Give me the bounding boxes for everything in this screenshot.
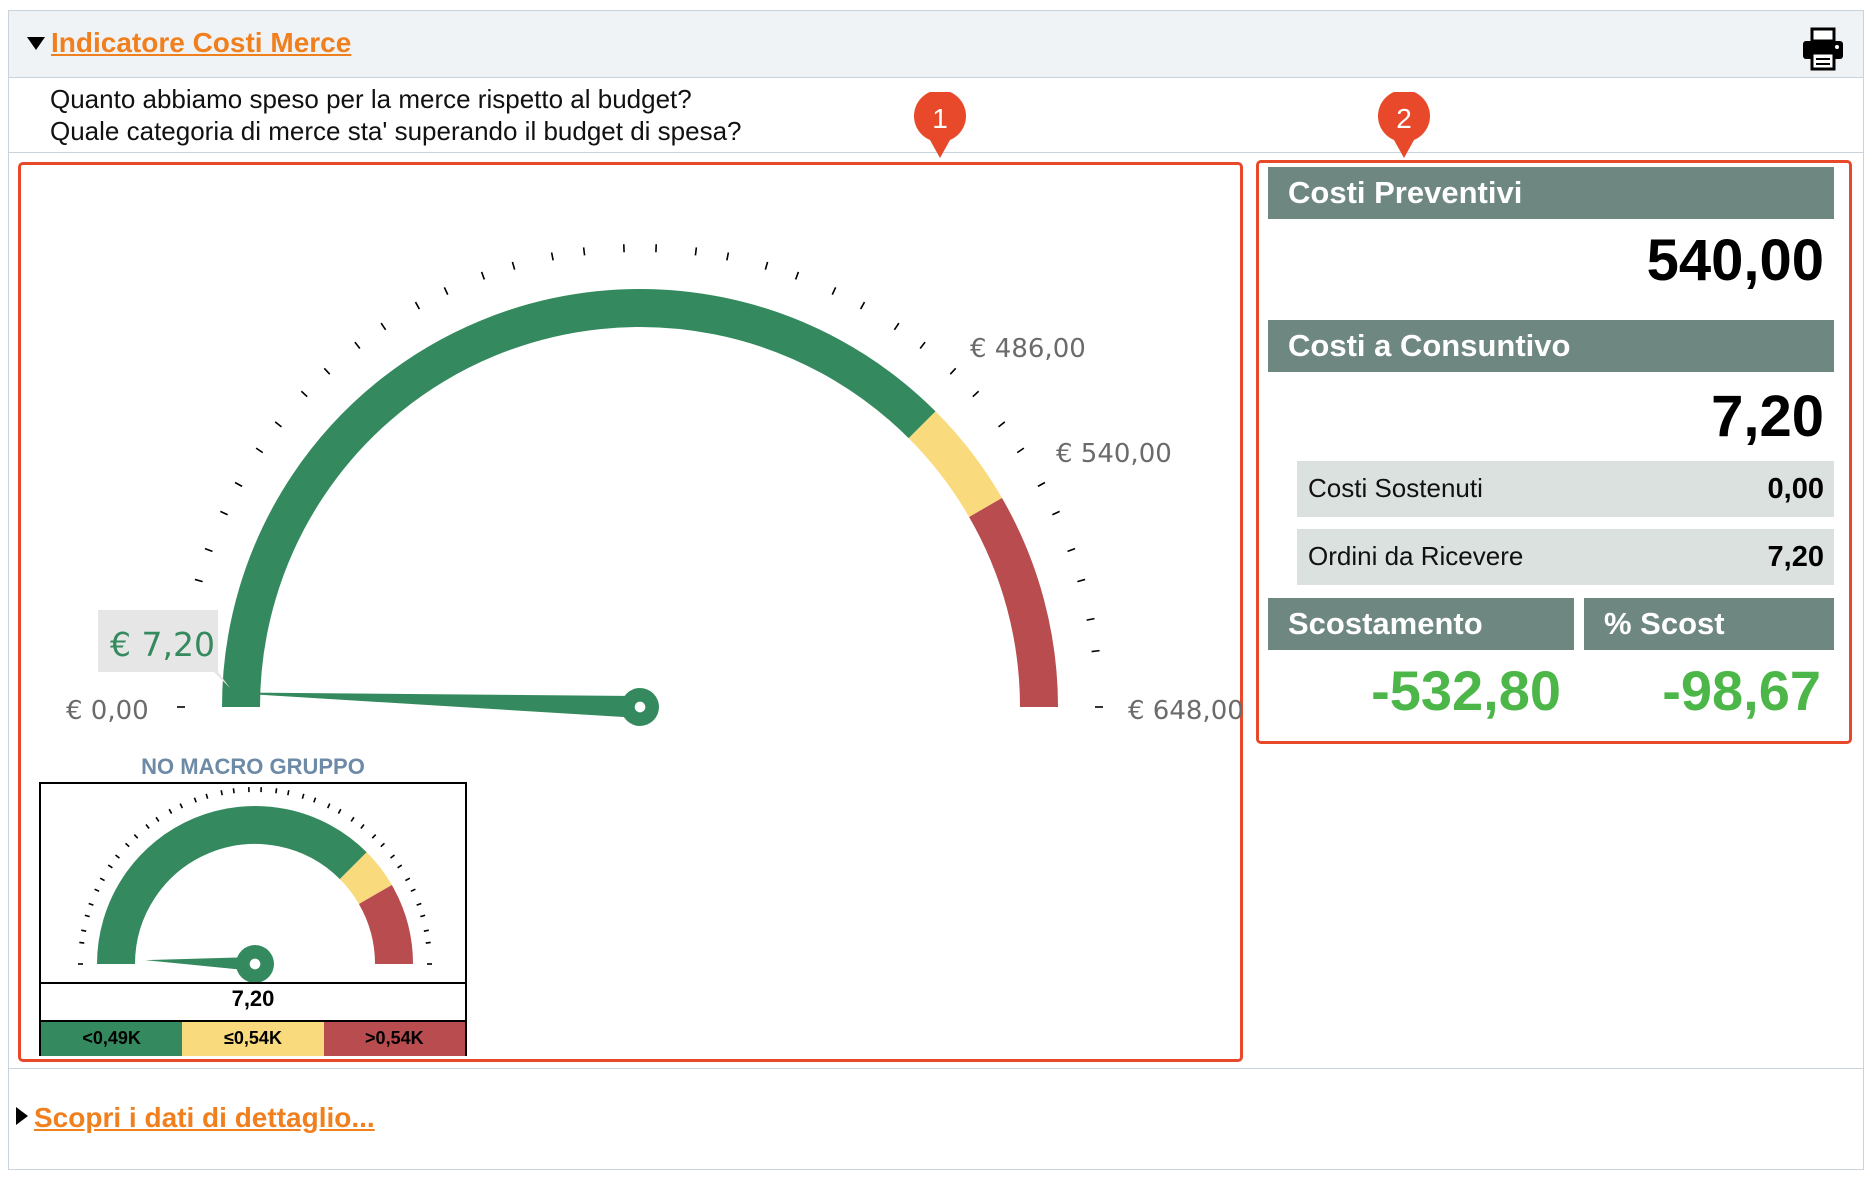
- legend-red: >0,54K: [323, 1022, 465, 1056]
- ordini-ricevere-row: Ordini da Ricevere 7,20: [1297, 529, 1834, 585]
- mini-gauge-value: 7,20: [231, 986, 275, 1011]
- costi-sostenuti-label: Costi Sostenuti: [1308, 473, 1483, 503]
- gauge-tick: [81, 929, 87, 932]
- gauge-tick: [124, 842, 130, 848]
- gauge-needle-hub-center: [249, 958, 261, 970]
- gauge-tick: [168, 808, 173, 814]
- printer-icon[interactable]: [1801, 27, 1845, 71]
- gauge-tick: [287, 790, 290, 796]
- gauge-tick: [337, 808, 342, 814]
- mini-gauge: 7,20 <0,49K ≤0,54K >0,54K: [39, 782, 467, 1056]
- marker-pin-1: 1: [914, 92, 966, 158]
- mini-gauge-title: NO MACRO GRUPPO: [141, 754, 365, 779]
- ordini-ricevere-value: 7,20: [1767, 541, 1824, 573]
- gauge-tick: [205, 793, 209, 799]
- perc-scost-value: -98,67: [1662, 659, 1821, 722]
- marker-1-label: 1: [932, 103, 948, 134]
- ordini-ricevere-label: Ordini da Ricevere: [1308, 541, 1524, 571]
- widget-title[interactable]: Indicatore Costi Merce: [51, 27, 351, 59]
- gauge-tick: [301, 793, 305, 799]
- gauge-tick: [220, 790, 223, 796]
- triangle-right-icon[interactable]: [16, 1107, 28, 1125]
- gauge-tick: [88, 902, 94, 906]
- gauge-tick: [115, 854, 120, 859]
- gauge-tick: [313, 797, 317, 803]
- gauge-tick: [326, 803, 331, 809]
- gauge-tick: [107, 864, 113, 869]
- perc-scost-header: % Scost: [1584, 598, 1834, 650]
- gauge-tick: [179, 803, 184, 809]
- gauge-tick: [371, 833, 377, 839]
- costi-sostenuti-row: Costi Sostenuti 0,00: [1297, 461, 1834, 517]
- details-link[interactable]: Scopri i dati di dettaglio...: [34, 1102, 375, 1134]
- gauge-tick: [350, 816, 355, 822]
- gauge-tick: [420, 914, 426, 918]
- scostamento-value: -532,80: [1371, 659, 1561, 722]
- legend-green: <0,49K: [41, 1022, 183, 1056]
- gauge-tick: [360, 824, 365, 829]
- costi-consuntivo-header: Costi a Consuntivo: [1268, 320, 1834, 372]
- marker-pin-2: 2: [1378, 92, 1430, 158]
- gauge-band-2: [358, 885, 413, 965]
- divider: [8, 1068, 1864, 1069]
- gauge-tick: [410, 888, 416, 893]
- costi-consuntivo-value: 7,20: [1711, 384, 1824, 449]
- gauge-tick: [99, 877, 105, 882]
- gauge-tick: [425, 941, 431, 944]
- gauge-tick: [380, 842, 386, 848]
- costi-sostenuti-value: 0,00: [1767, 473, 1824, 505]
- gauge-tick: [133, 833, 139, 839]
- gauge-tick: [193, 797, 197, 803]
- marker-2-label: 2: [1396, 103, 1412, 134]
- question-1: Quanto abbiamo speso per la merce rispet…: [50, 84, 692, 114]
- gauge-tick: [405, 877, 411, 882]
- gauge-band-0: [97, 806, 367, 965]
- gauge-tick: [84, 914, 90, 918]
- triangle-down-icon[interactable]: [27, 37, 45, 50]
- legend-yellow: ≤0,54K: [182, 1022, 324, 1056]
- gauge-tick: [79, 941, 85, 944]
- gauge-tick: [155, 816, 160, 822]
- gauge-tick: [416, 902, 422, 906]
- gauge-tick: [94, 888, 100, 893]
- gauge-tick: [390, 854, 395, 859]
- gauge-tick: [423, 929, 429, 932]
- question-2: Quale categoria di merce sta' superando …: [50, 116, 742, 146]
- scostamento-header: Scostamento: [1268, 598, 1574, 650]
- costi-preventivi-value: 540,00: [1646, 228, 1824, 293]
- mini-gauge-legend: <0,49K ≤0,54K >0,54K: [41, 1020, 465, 1056]
- gauge-tick: [232, 788, 235, 794]
- widget-header: Indicatore Costi Merce: [8, 10, 1864, 78]
- costi-preventivi-header: Costi Preventivi: [1268, 167, 1834, 219]
- gauge-tick: [275, 788, 278, 794]
- gauge-band-1: [339, 852, 392, 905]
- gauge-tick: [145, 824, 150, 829]
- summary-panel: Costi Preventivi 540,00 Costi a Consunti…: [1256, 160, 1852, 744]
- gauge-tick: [397, 864, 403, 869]
